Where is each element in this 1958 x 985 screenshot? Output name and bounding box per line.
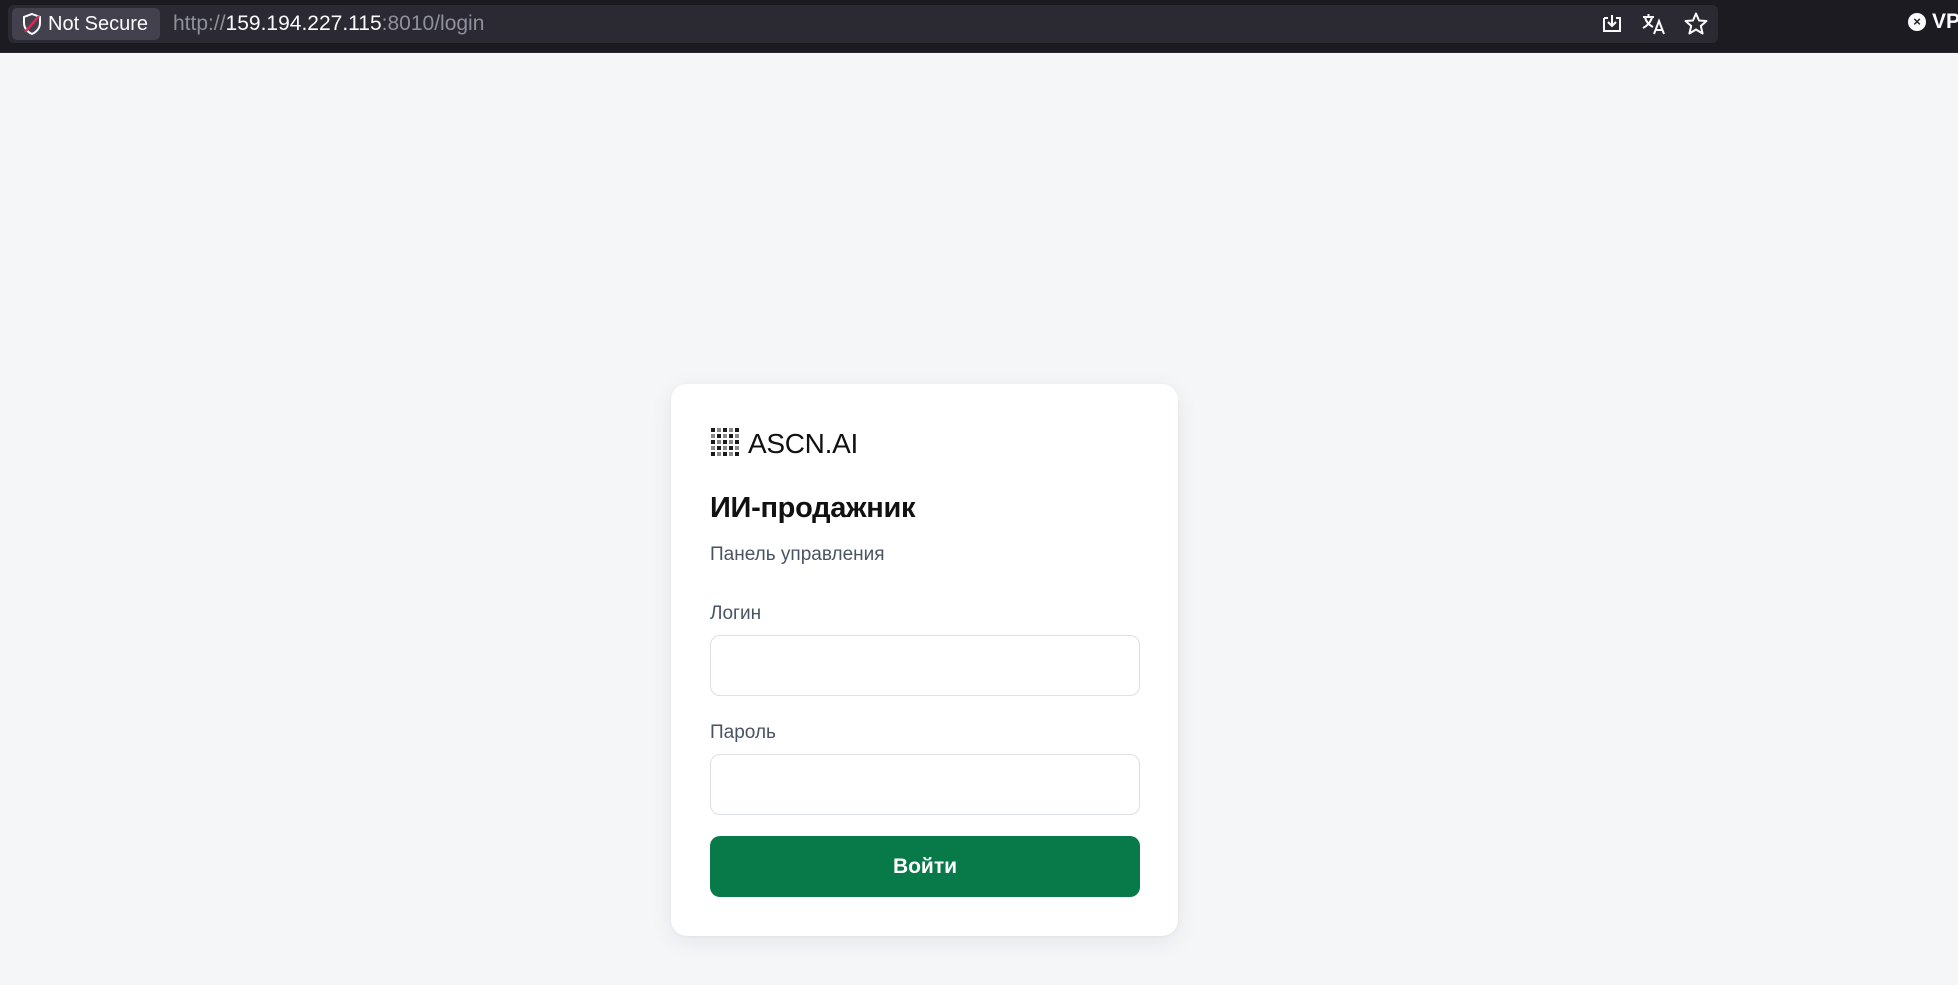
brand-name: ASCN.AI [748,428,858,459]
bookmark-star-icon[interactable] [1682,10,1710,38]
password-label: Пароль [710,722,776,743]
username-input[interactable] [710,635,1140,696]
login-button[interactable]: Войти [710,836,1140,897]
login-card: ASCN.AI ИИ-продажник Панель управления Л… [671,384,1178,936]
vpn-button[interactable]: × VP [1908,8,1958,36]
close-circle-icon[interactable]: × [1908,13,1926,31]
security-label: Not Secure [48,12,149,35]
password-input[interactable] [710,754,1140,815]
download-icon[interactable] [1598,10,1626,38]
url-host: 159.194.227.115 [225,12,382,35]
page-title: ИИ-продажник [710,492,916,524]
translate-icon[interactable] [1640,10,1668,38]
username-label: Логин [710,603,762,624]
shield-warning-icon [21,12,43,36]
url-path: :8010/login [381,12,485,35]
browser-toolbar: Not Secure http://159.194.227.115:8010/l… [0,0,1958,53]
page-subtitle: Панель управления [710,544,885,565]
address-bar[interactable]: Not Secure http://159.194.227.115:8010/l… [8,5,1718,43]
brand-logo: ASCN.AI [710,424,858,464]
security-indicator[interactable]: Not Secure [12,8,161,40]
vpn-label: VP [1932,10,1958,33]
url-scheme: http:// [173,12,226,35]
url-text[interactable]: http://159.194.227.115:8010/login [173,5,484,43]
grid-logo-icon [710,427,740,462]
